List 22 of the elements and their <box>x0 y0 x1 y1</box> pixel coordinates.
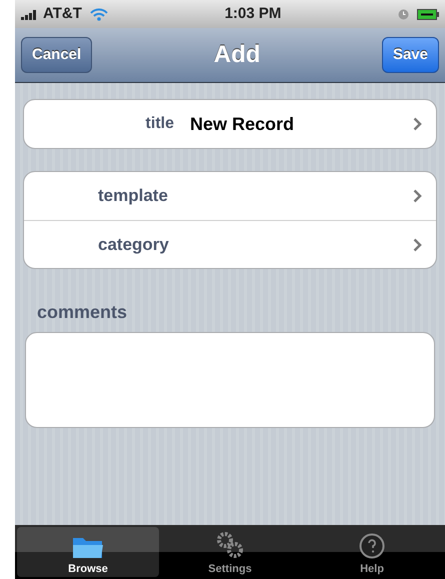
section-header: comments <box>37 301 128 324</box>
tab-bar-item[interactable]: Settings <box>159 527 301 577</box>
comments-field[interactable] <box>25 332 435 428</box>
row-label: category <box>98 234 169 256</box>
wifi-icon <box>90 8 108 20</box>
carrier-name: AT&T <box>43 4 82 24</box>
clock-icon <box>398 8 409 20</box>
chevron-icon <box>413 238 422 252</box>
row-label: title <box>144 114 174 134</box>
cancel-button[interactable]: Cancel <box>21 36 92 74</box>
clock-time: 1:03 PM <box>224 4 282 24</box>
chevron-icon <box>413 189 422 203</box>
tab-bar-item[interactable]: Help <box>301 527 443 577</box>
battery-icon <box>417 8 439 20</box>
row-value: New Record <box>190 112 294 136</box>
tab-bar-item[interactable]: Browse <box>17 527 159 577</box>
row-label: template <box>98 185 168 208</box>
screen-title: Add <box>214 40 260 70</box>
signal-icon <box>21 8 39 20</box>
chevron-icon <box>413 117 422 131</box>
help-icon <box>359 532 385 558</box>
gears-icon <box>215 530 245 558</box>
